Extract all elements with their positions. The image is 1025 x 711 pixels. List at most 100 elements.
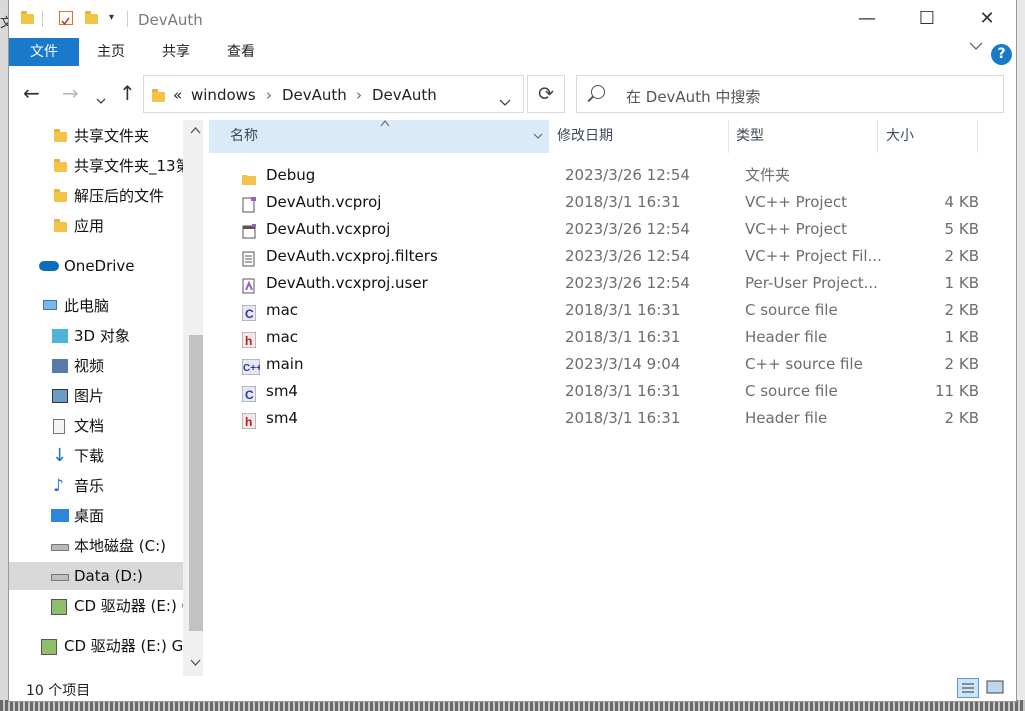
file-explorer-window: ▾ DevAuth — ☐ ✕ 文件 主页 共享 查看 ? ← → ↑ « wi… (9, 0, 1016, 701)
address-overflow[interactable]: « (173, 86, 182, 104)
file-date-modified: 2018/3/1 16:31 (565, 301, 681, 319)
column-filter-chevron-icon[interactable] (533, 133, 543, 139)
column-header-name[interactable]: 名称 (209, 120, 548, 153)
cpp-source-icon: C++ (241, 357, 262, 376)
scroll-down-icon[interactable] (190, 656, 201, 669)
music-icon: ♪ (53, 476, 64, 496)
new-folder-icon[interactable] (85, 11, 98, 24)
sidebar-item-cd-drive-e-root[interactable]: CD 驱动器 (E:) GM (37, 632, 183, 660)
close-button[interactable]: ✕ (958, 0, 1016, 38)
sidebar-item-3d-objects[interactable]: 3D 对象 (47, 322, 183, 350)
sidebar-item-desktop[interactable]: 桌面 (47, 502, 183, 530)
properties-icon[interactable] (59, 11, 73, 26)
svg-text:C: C (245, 307, 254, 321)
file-row[interactable]: h mac 2018/3/1 16:31 Header file 1 KB (209, 324, 1016, 351)
sidebar-item-music[interactable]: ♪ 音乐 (47, 472, 183, 500)
file-size: 5 KB (944, 220, 979, 238)
file-row[interactable]: DevAuth.vcxproj.user 2023/3/26 12:54 Per-U… (209, 270, 1016, 297)
details-view-icon (962, 683, 974, 693)
file-type: VC++ Project Fil... (745, 247, 882, 265)
file-row[interactable]: C++ main 2023/3/14 9:04 C++ source file 2 KB (209, 351, 1016, 378)
column-divider[interactable] (548, 120, 549, 153)
file-size: 2 KB (944, 409, 979, 427)
sidebar-item-videos[interactable]: 视频 (47, 352, 183, 380)
computer-icon (43, 300, 57, 310)
file-date-modified: 2023/3/14 9:04 (565, 355, 681, 373)
column-header-type[interactable]: 类型 (736, 120, 876, 153)
file-row[interactable]: DevAuth.vcxproj 2023/3/26 12:54 VC++ Proje… (209, 216, 1016, 243)
back-button[interactable]: ← (23, 81, 40, 105)
desktop-icon (51, 509, 69, 522)
search-box[interactable]: 在 DevAuth 中搜索 (576, 75, 1004, 113)
sidebar-item-pictures[interactable]: 图片 (47, 382, 183, 410)
downloads-icon: ↓ (52, 445, 68, 466)
column-divider[interactable] (728, 120, 729, 153)
file-size: 2 KB (944, 301, 979, 319)
expand-ribbon-chevron-icon[interactable] (969, 40, 983, 55)
column-header-size[interactable]: 大小 (886, 120, 976, 153)
maximize-button[interactable]: ☐ (898, 0, 956, 38)
file-row[interactable]: Cmac 2018/3/1 16:31 C source file 2 KB (209, 297, 1016, 324)
sidebar-item-downloads[interactable]: ↓ 下载 (47, 442, 183, 470)
file-row[interactable]: h sm4 2018/3/1 16:31 Header file 2 KB (209, 405, 1016, 432)
status-bar: 10 个项目 (9, 676, 1016, 701)
large-icons-view-button[interactable] (985, 678, 1007, 698)
breadcrumb-devauth-current[interactable]: DevAuth (372, 86, 437, 104)
address-bar[interactable]: « windows › DevAuth › DevAuth (143, 75, 524, 113)
tab-view[interactable]: 查看 (217, 38, 265, 66)
breadcrumb-windows[interactable]: windows (191, 86, 256, 104)
tab-share[interactable]: 共享 (152, 38, 200, 66)
sidebar-item-extracted-files[interactable]: 解压后的文件 (49, 182, 183, 210)
window-title: DevAuth (138, 11, 203, 29)
tab-file[interactable]: 文件 (9, 38, 79, 66)
recent-locations-chevron-icon[interactable] (96, 89, 106, 108)
file-row[interactable]: DevAuth.vcxproj.filters 2023/3/26 12:54 VC… (209, 243, 1016, 270)
folder-icon[interactable] (21, 11, 34, 24)
sidebar-item-data-d[interactable]: Data (D:) (9, 562, 183, 590)
forward-button[interactable]: → (62, 81, 79, 105)
column-header-date[interactable]: 修改日期 (557, 120, 727, 153)
sidebar-item-documents[interactable]: 文档 (47, 412, 183, 440)
file-row[interactable]: Csm4 2018/3/1 16:31 C source file 11 KB (209, 378, 1016, 405)
file-date-modified: 2018/3/1 16:31 (565, 328, 681, 346)
file-name: main (266, 355, 304, 373)
file-row[interactable]: Debug 2023/3/26 12:54 文件夹 (209, 162, 1016, 189)
file-name: mac (266, 301, 299, 319)
file-row[interactable]: DevAuth.vcproj 2018/3/1 16:31 VC++ Project… (209, 189, 1016, 216)
minimize-button[interactable]: — (838, 0, 896, 38)
file-name: Debug (266, 166, 316, 184)
file-size: 2 KB (944, 355, 979, 373)
navigation-scrollbar-thumb[interactable] (189, 335, 203, 631)
file-type: VC++ Project (745, 193, 847, 211)
sidebar-item-local-disk-c[interactable]: 本地磁盘 (C:) (47, 532, 183, 560)
title-bar: ▾ DevAuth — ☐ ✕ (9, 0, 1016, 38)
divider (127, 11, 128, 27)
column-divider[interactable] (977, 120, 978, 153)
vcproj-icon (242, 195, 256, 213)
refresh-button[interactable]: ⟳ (527, 75, 565, 113)
scroll-up-icon[interactable] (190, 124, 201, 137)
svg-text:h: h (245, 415, 252, 429)
sidebar-item-cd-drive-e[interactable]: CD 驱动器 (E:) G (47, 592, 183, 620)
sidebar-item-apps[interactable]: 应用 (49, 212, 183, 240)
sidebar-item-shared-folder[interactable]: 共享文件夹 (49, 122, 183, 150)
background-window-right (1016, 0, 1025, 711)
search-placeholder: 在 DevAuth 中搜索 (626, 88, 761, 106)
sidebar-item-shared-folder-13[interactable]: 共享文件夹_13第 (49, 152, 183, 180)
file-date-modified: 2018/3/1 16:31 (565, 193, 681, 211)
header-icon: h (241, 330, 257, 349)
sidebar-item-this-pc[interactable]: 此电脑 (37, 292, 183, 320)
tab-home[interactable]: 主页 (87, 38, 135, 66)
details-view-button[interactable] (957, 678, 979, 698)
file-type: Header file (745, 328, 828, 346)
address-history-chevron-icon[interactable] (499, 91, 511, 110)
help-button[interactable]: ? (991, 44, 1012, 65)
customize-quick-access-icon[interactable]: ▾ (109, 12, 114, 23)
file-date-modified: 2023/3/26 12:54 (565, 274, 690, 292)
up-button[interactable]: ↑ (119, 81, 136, 105)
file-type: C source file (745, 382, 838, 400)
sidebar-item-onedrive[interactable]: OneDrive (37, 252, 183, 280)
breadcrumb-devauth[interactable]: DevAuth (282, 86, 347, 104)
column-divider[interactable] (877, 120, 878, 153)
user-project-icon (242, 276, 256, 294)
